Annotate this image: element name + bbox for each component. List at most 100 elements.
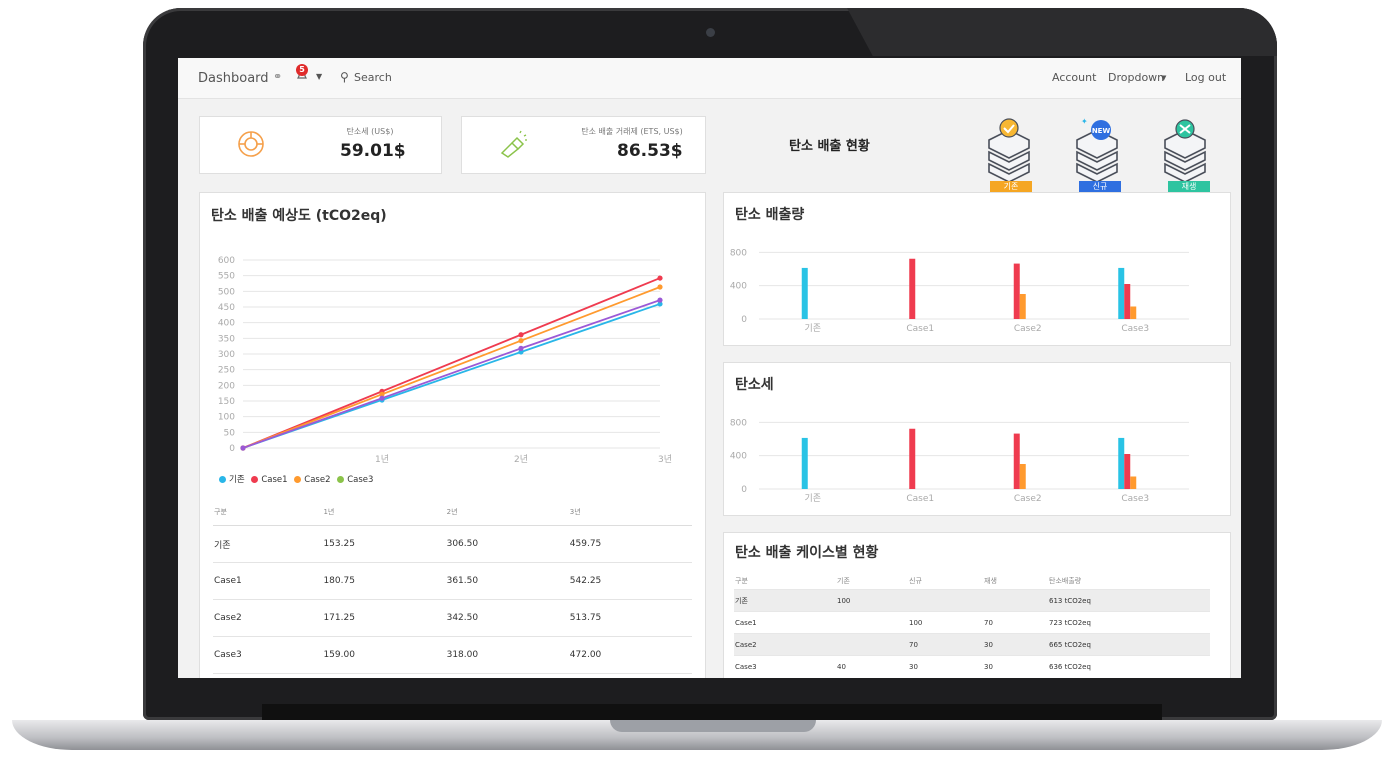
data-point[interactable] [518,332,524,338]
table-row: 기존 100 613 tCO2eq [734,589,1210,612]
account-link[interactable]: Account [1052,71,1096,84]
y-tick-label: 150 [218,397,235,407]
table-cell: Case3 [734,655,836,677]
legend-item[interactable]: Case1 [247,475,288,485]
bar[interactable] [1124,454,1131,489]
data-point[interactable] [657,284,663,290]
kpi-value: 59.01$ [340,141,406,161]
data-point[interactable] [379,395,385,401]
x-tick-label: 3년 [658,454,672,465]
svg-text:✦: ✦ [1081,117,1088,126]
y-tick-label: 50 [224,428,236,438]
table-cell: Case2 [213,599,323,637]
table-cell: 723 tCO2eq [1048,611,1210,634]
table-cell [908,589,983,612]
bar[interactable] [909,428,916,489]
data-point[interactable] [657,297,663,303]
top-navbar: Dashboard ⚭ 5 ▼ ⚲ Search Account Dropdow… [178,58,1241,99]
bar[interactable] [1019,294,1026,319]
search-icon[interactable]: ⚲ [340,70,349,84]
logout-link[interactable]: Log out [1185,71,1226,84]
bar[interactable] [1118,437,1125,489]
bar[interactable] [801,267,808,319]
table-cell: Case1 [734,611,836,634]
data-point[interactable] [657,275,663,281]
table-cell: Case3 [213,636,323,674]
legend-item[interactable]: 기존 [215,475,245,485]
kpi-card-carbon-tax: 탄소세 (US$) 59.01$ [199,116,442,174]
table-cell: 70 [908,633,983,656]
y-tick-label: 400 [730,452,747,462]
bar[interactable] [801,437,808,489]
table-cell: 30 [983,655,1048,677]
bar[interactable] [1130,306,1137,320]
table-header: 구분 [735,577,748,585]
x-tick-label: 기존 [804,323,821,334]
legend-label: Case3 [347,475,374,485]
pie-chart-icon [238,131,264,157]
legend-item[interactable]: Case2 [290,475,330,485]
table-cell: 153.25 [322,525,446,563]
table-cell: 기존 [734,589,836,612]
bar[interactable] [1130,476,1137,490]
table-cell: 361.50 [445,562,569,600]
y-tick-label: 550 [218,272,235,282]
legend-dot [251,476,259,483]
bar[interactable] [1013,433,1020,489]
base-notch [610,720,816,732]
table-header: 탄소배출량 [1049,577,1082,585]
table-cell: Case2 [734,633,836,656]
table-cell: 기존 [213,525,323,563]
bar[interactable] [1019,464,1026,489]
chevron-down-icon[interactable]: ▼ [316,72,322,81]
search-link[interactable]: Search [354,71,392,84]
globe-icon[interactable]: ⚭ [273,70,282,83]
legend-item[interactable]: Case3 [333,475,373,485]
server-recycle-icon [1164,119,1206,183]
table-cell: 318.00 [445,636,569,674]
dashboard-screen: Dashboard ⚭ 5 ▼ ⚲ Search Account Dropdow… [178,58,1241,678]
data-point[interactable] [240,445,246,451]
table-cell [836,611,908,634]
legend-label: Case1 [261,475,288,485]
tax-title: 탄소세 [735,377,774,393]
table-header: 3년 [568,499,692,526]
y-tick-label: 800 [730,248,747,258]
y-tick-label: 400 [218,319,235,329]
table-row: Case2 171.25 342.50 513.75 [213,599,692,637]
table-cell: 513.75 [568,599,692,637]
table-cell: 70 [983,611,1048,634]
table-row: Case2 70 30 665 tCO2eq [734,633,1210,656]
chart-legend: 기존 Case1 Case2 Case3 [215,473,373,485]
data-point[interactable] [518,345,524,351]
brand-link[interactable]: Dashboard [198,71,269,86]
bar[interactable] [909,258,916,319]
table-cell: 40 [836,655,908,677]
kpi-label: 탄소 배출 거래제 (ETS, US$) [581,127,683,136]
bar[interactable] [1124,284,1131,319]
kpi-label: 탄소세 (US$) [346,127,394,136]
data-point[interactable] [518,338,524,344]
y-tick-label: 0 [229,444,235,454]
dropdown-link[interactable]: Dropdown [1108,71,1164,84]
table-row: 기존 153.25 306.50 459.75 [213,525,692,563]
table-cell: 459.75 [568,525,692,563]
bar[interactable] [1118,267,1125,319]
bar[interactable] [1013,263,1020,319]
legend-dot [219,476,226,483]
table-cell: 171.25 [322,599,446,637]
chevron-down-icon[interactable]: ▼ [1161,74,1166,82]
laptop-base [12,720,1382,750]
table-cell: 472.00 [568,636,692,674]
y-tick-label: 200 [218,381,235,391]
y-tick-label: 100 [218,413,235,423]
table-cell [983,589,1048,612]
status-title: 탄소 배출 현황 [789,139,870,154]
legend-dot [294,476,302,483]
kpi-card-ets: 탄소 배출 거래제 (ETS, US$) 86.53$ [461,116,706,174]
x-tick-label: Case2 [1014,494,1042,504]
table-cell: Case1 [213,562,323,600]
table-row: Case3 40 30 30 636 tCO2eq [734,655,1210,677]
legend-label: 기존 [229,475,245,485]
table-cell: 542.25 [568,562,692,600]
